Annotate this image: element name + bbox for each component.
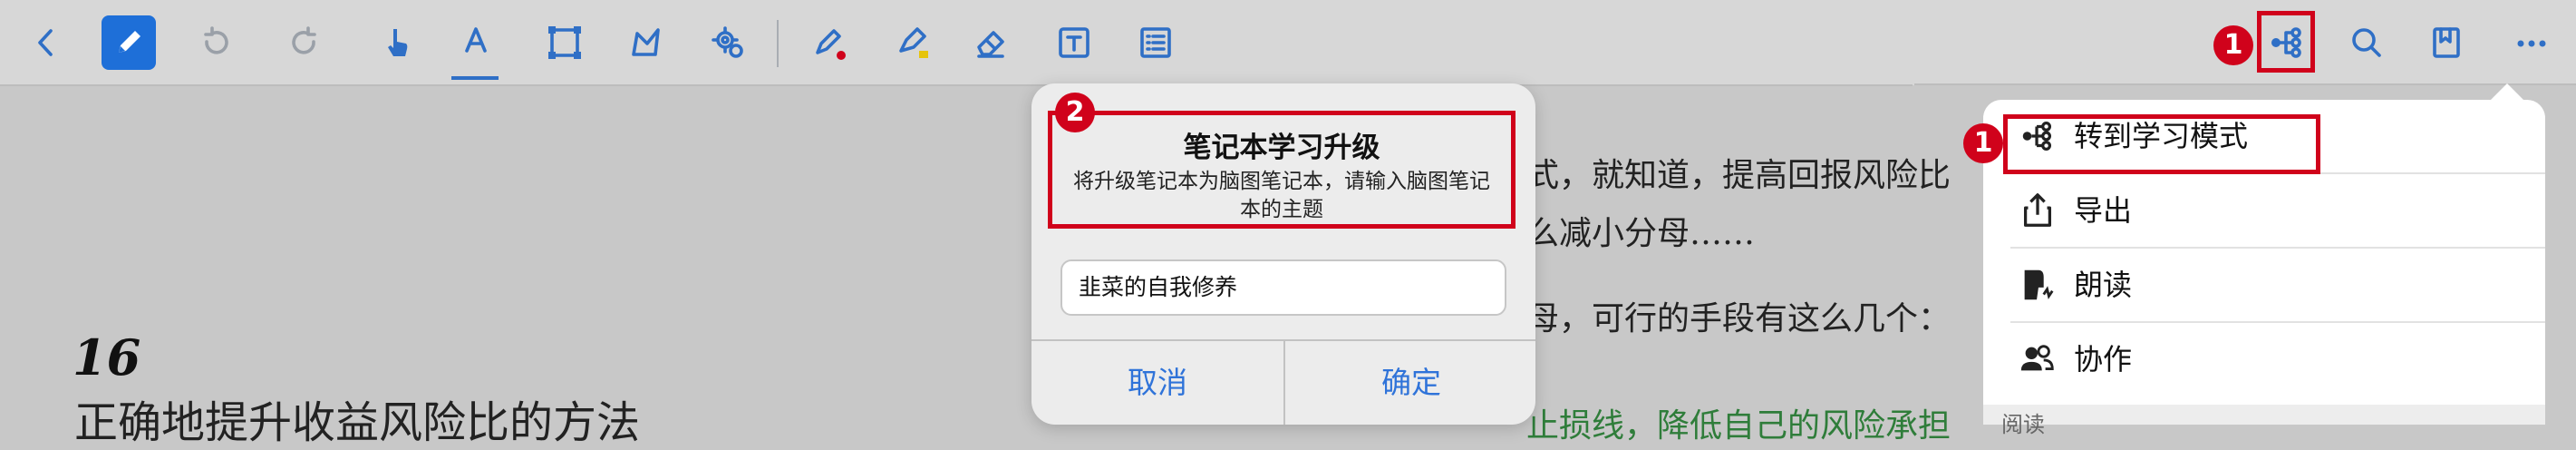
menu-item-collaborate[interactable]: 协作 [1983, 323, 2545, 396]
body-text-line: 式，就知道，提高回报风险比 [1526, 157, 1951, 194]
share-icon [2018, 191, 2058, 230]
bookmark-icon[interactable] [2422, 18, 2471, 67]
menu-item-export[interactable]: 导出 [1983, 174, 2545, 247]
active-tool-underline [451, 76, 499, 80]
eraser-icon[interactable] [966, 18, 1015, 67]
collaborate-icon [2018, 339, 2058, 379]
menu-item-label: 导出 [2074, 193, 2133, 228]
button-divider [1283, 339, 1285, 425]
menu-section-header: 阅读 [1983, 405, 2545, 437]
chapter-number: 16 [73, 328, 141, 386]
hand-icon[interactable] [373, 18, 422, 67]
settings-icon[interactable] [703, 18, 752, 67]
chapter-title: 正确地提升收益风险比的方法 [74, 397, 641, 448]
body-text-line: 母，可行的手段有这么几个： [1526, 300, 1951, 338]
textbox-icon[interactable] [1050, 18, 1099, 67]
dialog-header-highlight: 笔记本学习升级 将升级笔记本为脑图笔记本，请输入脑图笔记本的主题 [1048, 111, 1516, 229]
text-color-icon[interactable] [451, 18, 500, 67]
confirm-button[interactable]: 确定 [1285, 341, 1535, 425]
mindmap-icon[interactable] [2262, 18, 2311, 67]
toolbar-divider [0, 84, 1913, 86]
menu-item-label: 协作 [2074, 342, 2133, 377]
back-icon[interactable] [22, 18, 71, 67]
read-aloud-icon [2018, 265, 2058, 305]
menu-item-read-aloud[interactable]: 朗读 [1983, 249, 2545, 321]
highlighter-icon[interactable] [888, 18, 937, 67]
menu-pointer [2489, 83, 2525, 102]
step-badge-1-menu: 1 [1963, 123, 2003, 163]
pen-red-icon[interactable] [805, 18, 854, 67]
topic-input[interactable]: 韭菜的自我修养 [1060, 259, 1506, 316]
upgrade-notebook-dialog: 笔记本学习升级 将升级笔记本为脑图笔记本，请输入脑图笔记本的主题 韭菜的自我修养… [1031, 83, 1535, 425]
cancel-button[interactable]: 取消 [1031, 341, 1283, 425]
pencil-icon[interactable] [102, 15, 156, 70]
toolbar-separator [777, 20, 779, 67]
redo-icon[interactable] [281, 18, 330, 67]
step-badge-1: 1 [2213, 25, 2253, 65]
study-mode-item-highlight [2003, 114, 2320, 174]
dialog-title: 笔记本学习升级 [1183, 132, 1380, 164]
search-icon[interactable] [2342, 18, 2391, 67]
menu-section-label: 阅读 [2001, 412, 2045, 437]
body-text-line: 么减小分母…… [1526, 215, 1756, 252]
undo-icon[interactable] [190, 18, 239, 67]
step-badge-2: 2 [1055, 93, 1095, 132]
dialog-message: 将升级笔记本为脑图笔记本，请输入脑图笔记本的主题 [1073, 170, 1490, 221]
menu-item-label: 朗读 [2074, 268, 2133, 302]
lasso-icon[interactable] [622, 18, 671, 67]
select-rect-icon[interactable] [540, 18, 589, 67]
more-icon[interactable] [2507, 18, 2556, 67]
highlighted-text-line: 止损线，降低自己的风险承担 [1526, 407, 1951, 445]
list-icon[interactable] [1131, 18, 1180, 67]
top-right-divider [1914, 83, 2576, 85]
